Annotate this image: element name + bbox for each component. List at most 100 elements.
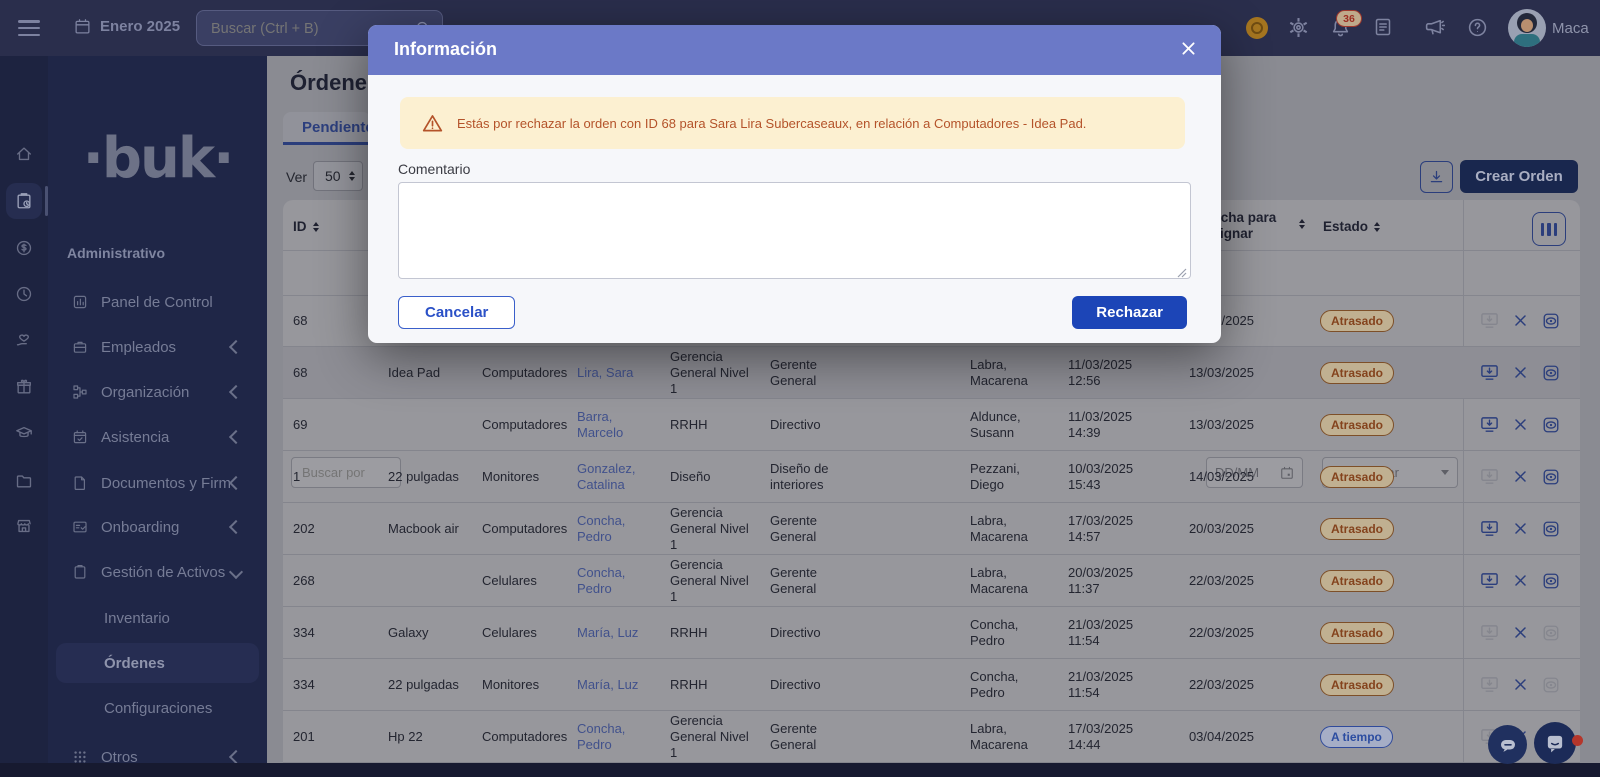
sort-icon <box>1374 222 1380 232</box>
sidebar-item-inventario[interactable]: Inventario <box>56 598 259 638</box>
help-icon[interactable] <box>1467 17 1488 38</box>
training-icon[interactable] <box>15 424 33 442</box>
cell-articulo: Galaxy <box>378 607 472 658</box>
notes-icon[interactable] <box>1373 17 1393 37</box>
assign-icon[interactable] <box>1480 519 1499 538</box>
card-check-icon <box>72 519 89 535</box>
assign-icon[interactable] <box>1480 415 1499 434</box>
reject-button[interactable]: Rechazar <box>1072 296 1187 329</box>
sidebar-item-gestion-de-activos[interactable]: Gestión de Activos <box>56 552 259 592</box>
table-row[interactable]: 202 Macbook air Computadores Concha, Ped… <box>283 503 1580 555</box>
table-row[interactable]: 69 Computadores Barra, Marcelo RRHH Dire… <box>283 399 1580 451</box>
reject-icon[interactable] <box>1513 521 1528 536</box>
view-icon[interactable] <box>1542 364 1560 382</box>
table-row[interactable]: 334 Galaxy Celulares María, Luz RRHH Dir… <box>283 607 1580 659</box>
status-badge: A tiempo <box>1320 726 1393 748</box>
view-icon[interactable] <box>1542 468 1560 486</box>
assign-icon <box>1480 675 1499 694</box>
gear-icon[interactable] <box>1288 17 1309 38</box>
columns-config-button[interactable] <box>1532 212 1566 246</box>
assign-icon[interactable] <box>1480 571 1499 590</box>
page-size-select[interactable]: 50 <box>313 161 363 191</box>
cell-id: 201 <box>283 711 378 762</box>
gifts-icon[interactable] <box>15 378 33 396</box>
period-selector[interactable]: Enero 2025 <box>74 18 180 35</box>
assign-icon <box>1480 623 1499 642</box>
download-button[interactable] <box>1420 161 1453 193</box>
sidebar-item-configuraciones[interactable]: Configuraciones <box>56 688 259 728</box>
view-icon[interactable] <box>1542 624 1560 642</box>
assign-icon <box>1480 467 1499 486</box>
sidebar-item-organizacion[interactable]: Organización <box>56 372 259 412</box>
reject-icon[interactable] <box>1513 469 1528 484</box>
sidebar-item-documentos-y-firma[interactable]: Documentos y Firma <box>56 463 259 503</box>
table-row[interactable]: 268 Celulares Concha, Pedro Gerencia Gen… <box>283 555 1580 607</box>
table-row[interactable]: 68 Idea Pad Computadores Lira, Sara Gere… <box>283 347 1580 399</box>
cell-area: Gerencia General Nivel 1 <box>660 347 760 398</box>
view-icon[interactable] <box>1542 676 1560 694</box>
menu-icon[interactable] <box>18 20 40 36</box>
asset-orders-icon[interactable] <box>15 192 33 210</box>
cell-articulo <box>378 555 472 606</box>
cell-cargo: Gerente General <box>760 711 853 762</box>
status-badge: Atrasado <box>1320 518 1394 540</box>
assign-icon[interactable] <box>1480 363 1499 382</box>
avatar[interactable] <box>1508 9 1546 47</box>
home-icon[interactable] <box>15 145 33 163</box>
reject-icon[interactable] <box>1513 573 1528 588</box>
reject-icon[interactable] <box>1513 365 1528 380</box>
icon-rail <box>0 56 48 777</box>
close-icon[interactable] <box>1180 40 1197 57</box>
cell-categoria: Monitores <box>472 451 567 502</box>
megaphone-icon[interactable] <box>1424 17 1445 38</box>
column-header-id[interactable]: ID <box>293 219 319 234</box>
cell-creado-por: Labra, Macarena <box>960 711 1058 762</box>
cell-fecha-asignar: 13/03/2025 <box>1155 347 1278 398</box>
table-row[interactable]: 201 Hp 22 Computadores Concha, Pedro Ger… <box>283 711 1580 763</box>
reject-icon[interactable] <box>1513 677 1528 692</box>
cell-categoria: Celulares <box>472 555 567 606</box>
sidebar-item-panel-de-control[interactable]: Panel de Control <box>56 282 259 322</box>
cell-actions <box>1463 659 1580 710</box>
intercom-minimize-button[interactable] <box>1488 725 1527 764</box>
sort-icon-fecha[interactable] <box>1293 219 1305 229</box>
cell-persona: María, Luz <box>567 607 660 658</box>
view-icon[interactable] <box>1542 312 1560 330</box>
chevron-left-icon <box>229 476 243 490</box>
status-badge: Atrasado <box>1320 570 1394 592</box>
chat-button[interactable] <box>1534 722 1576 764</box>
calendar-check-icon <box>72 429 89 445</box>
sidebar-item-onboarding[interactable]: Onboarding <box>56 507 259 547</box>
view-icon[interactable] <box>1542 572 1560 590</box>
sidebar-item-ordenes[interactable]: Órdenes <box>56 643 259 683</box>
cell-extra <box>853 607 960 658</box>
reject-icon[interactable] <box>1513 417 1528 432</box>
cell-cargo: Gerente General <box>760 347 853 398</box>
benefits-icon[interactable] <box>15 332 33 350</box>
files-icon[interactable] <box>15 472 33 490</box>
comment-textarea[interactable] <box>398 182 1191 279</box>
cell-actions <box>1463 295 1580 346</box>
cell-actions <box>1463 503 1580 554</box>
cell-estado: Atrasado <box>1278 295 1463 346</box>
sidebar-item-asistencia[interactable]: Asistencia <box>56 417 259 457</box>
app-screen: Enero 2025 36 Maca <box>0 0 1600 777</box>
view-icon[interactable] <box>1542 520 1560 538</box>
select-arrows-icon <box>349 171 355 181</box>
coins-icon[interactable] <box>1246 17 1268 39</box>
money-icon[interactable] <box>15 239 33 257</box>
reject-icon[interactable] <box>1513 625 1528 640</box>
cancel-button[interactable]: Cancelar <box>398 296 515 329</box>
table-row[interactable]: 334 22 pulgadas Monitores María, Luz RRH… <box>283 659 1580 711</box>
create-order-button[interactable]: Crear Orden <box>1460 160 1578 193</box>
marketplace-icon[interactable] <box>15 517 33 535</box>
clock-icon[interactable] <box>15 285 33 303</box>
cell-articulo <box>378 399 472 450</box>
reject-icon[interactable] <box>1513 313 1528 328</box>
column-header-estado[interactable]: Estado <box>1323 219 1380 234</box>
table-row[interactable]: 1 22 pulgadas Monitores Gonzalez, Catali… <box>283 451 1580 503</box>
view-icon[interactable] <box>1542 416 1560 434</box>
sidebar-item-empleados[interactable]: Empleados <box>56 327 259 367</box>
cell-actions <box>1463 347 1580 398</box>
cell-fecha-creacion: 11/03/2025 14:39 <box>1058 399 1155 450</box>
